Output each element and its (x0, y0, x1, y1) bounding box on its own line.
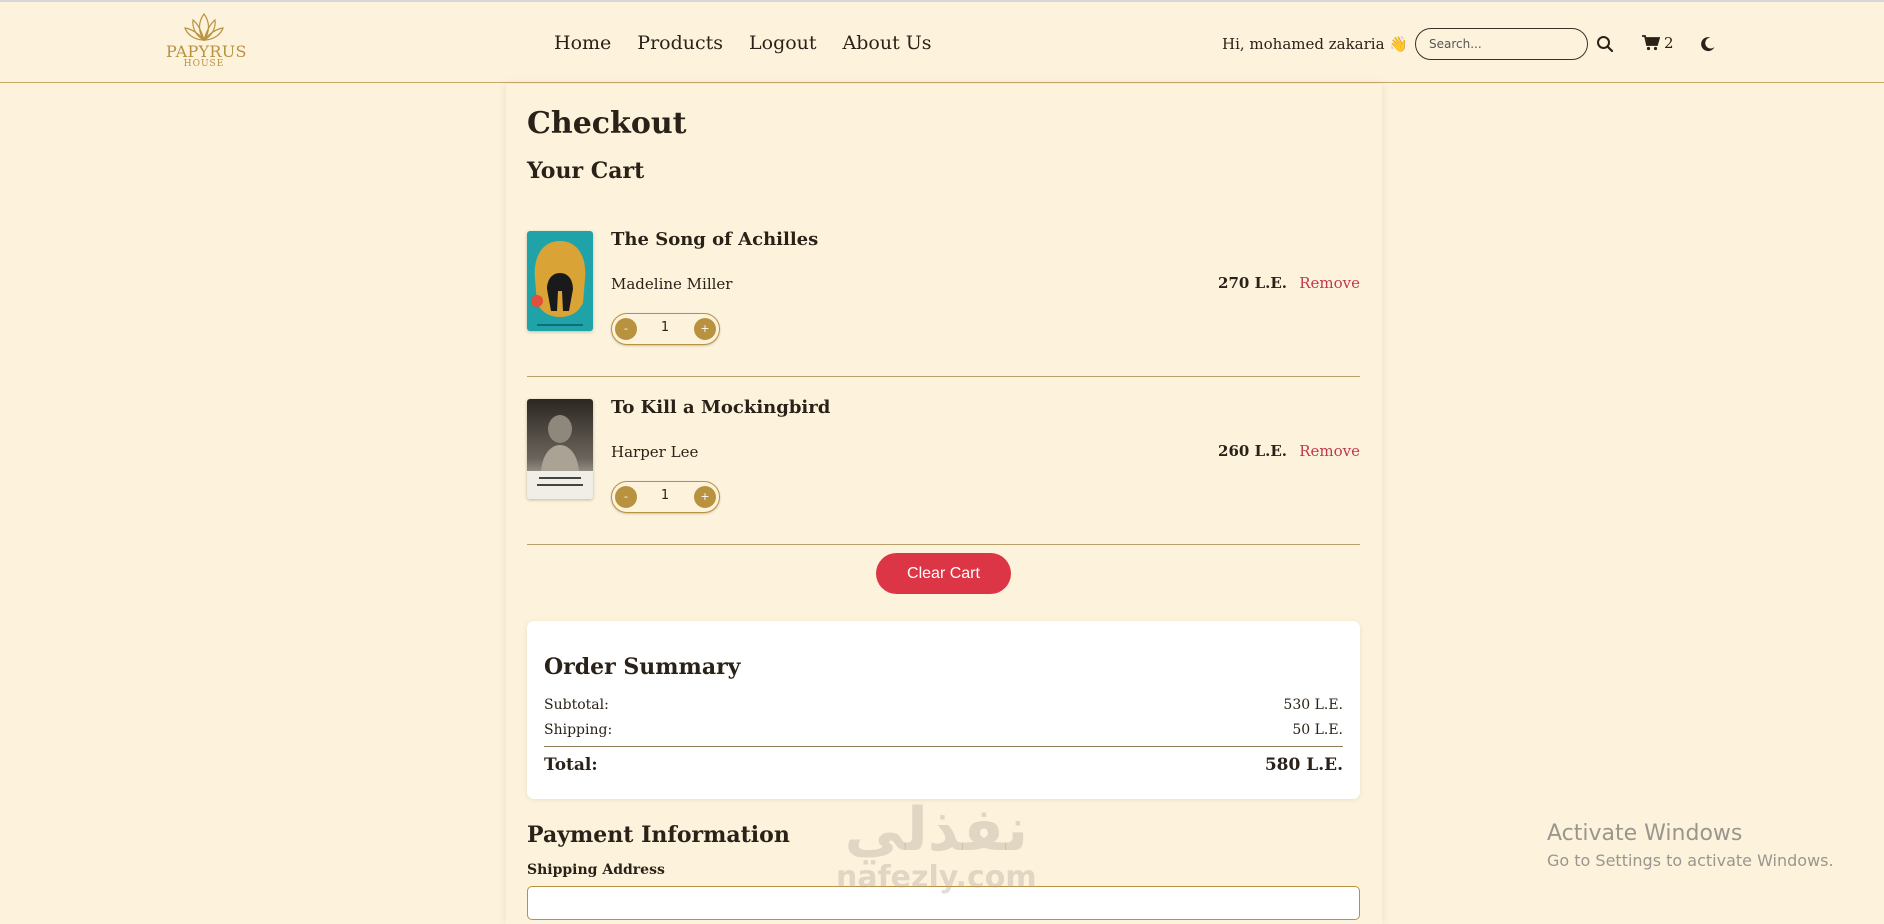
order-summary-card: Order Summary Subtotal: 530 L.E. Shippin… (527, 621, 1360, 799)
increase-quantity-button[interactable]: + (694, 318, 716, 340)
site-header: PAPYRUS HOUSE Home Products Logout About… (0, 2, 1884, 83)
item-price: 260 L.E. (1218, 442, 1287, 460)
cart-count-badge: 2 (1664, 34, 1674, 52)
remove-item-button[interactable]: Remove (1299, 274, 1360, 292)
payment-information-heading: Payment Information (527, 822, 790, 848)
shopping-cart-icon (1642, 35, 1660, 51)
user-greeting: Hi, mohamed zakaria 👋 (1222, 35, 1408, 53)
book-cover-song-of-achilles[interactable] (527, 231, 593, 331)
dark-mode-moon-icon[interactable] (1700, 36, 1716, 52)
logo-title: PAPYRUS (166, 42, 247, 61)
subtotal-label: Subtotal: (544, 697, 609, 713)
shipping-address-label: Shipping Address (527, 862, 665, 878)
quantity-value[interactable]: 1 (642, 488, 688, 503)
site-logo[interactable]: PAPYRUS HOUSE (166, 12, 247, 72)
total-label: Total: (544, 755, 598, 775)
item-author: Harper Lee (611, 443, 699, 461)
lotus-logo-icon (184, 12, 224, 42)
watermark-arabic-text: نفذلي (844, 795, 1029, 865)
shipping-value: 50 L.E. (1292, 722, 1343, 738)
activate-windows-title: Activate Windows (1547, 821, 1743, 846)
book-cover-to-kill-a-mockingbird[interactable] (527, 399, 593, 499)
nav-about-us[interactable]: About Us (843, 32, 932, 54)
shipping-row: Shipping: 50 L.E. (544, 722, 1343, 738)
search-input[interactable] (1415, 28, 1588, 60)
total-value: 580 L.E. (1264, 755, 1343, 775)
total-row: Total: 580 L.E. (544, 755, 1343, 775)
quantity-stepper: - 1 + (611, 481, 720, 513)
clear-cart-button[interactable]: Clear Cart (876, 553, 1011, 594)
activate-windows-subtitle: Go to Settings to activate Windows. (1547, 851, 1834, 870)
nav-logout[interactable]: Logout (749, 32, 817, 54)
nafezly-watermark: نفذلي nafezly.com (836, 800, 1037, 896)
remove-item-button[interactable]: Remove (1299, 442, 1360, 460)
book-cover-image (527, 399, 593, 499)
windows-activation-notice: Activate Windows Go to Settings to activ… (1547, 820, 1834, 872)
cart-item: To Kill a Mockingbird Harper Lee 260 L.E… (527, 397, 1360, 545)
item-price: 270 L.E. (1218, 274, 1287, 292)
watermark-url-text: nafezly.com (836, 860, 1037, 895)
nav-products[interactable]: Products (637, 32, 723, 54)
quantity-stepper: - 1 + (611, 313, 720, 345)
search-icon[interactable] (1596, 35, 1614, 53)
cart-item: The Song of Achilles Madeline Miller 270… (527, 229, 1360, 377)
page-title: Checkout (527, 106, 687, 141)
main-nav: Home Products Logout About Us (554, 32, 932, 54)
subtotal-value: 530 L.E. (1283, 697, 1343, 713)
decrease-quantity-button[interactable]: - (615, 318, 637, 340)
increase-quantity-button[interactable]: + (694, 486, 716, 508)
cart-button[interactable]: 2 (1642, 34, 1674, 52)
item-author: Madeline Miller (611, 275, 733, 293)
decrease-quantity-button[interactable]: - (615, 486, 637, 508)
cart-heading: Your Cart (527, 158, 645, 184)
order-summary-heading: Order Summary (544, 654, 741, 680)
subtotal-row: Subtotal: 530 L.E. (544, 697, 1343, 713)
item-title[interactable]: The Song of Achilles (611, 229, 818, 250)
summary-divider (544, 746, 1343, 747)
item-title[interactable]: To Kill a Mockingbird (611, 397, 830, 418)
quantity-value[interactable]: 1 (642, 320, 688, 335)
book-cover-image (527, 231, 593, 331)
nav-home[interactable]: Home (554, 32, 611, 54)
shipping-label: Shipping: (544, 722, 613, 738)
